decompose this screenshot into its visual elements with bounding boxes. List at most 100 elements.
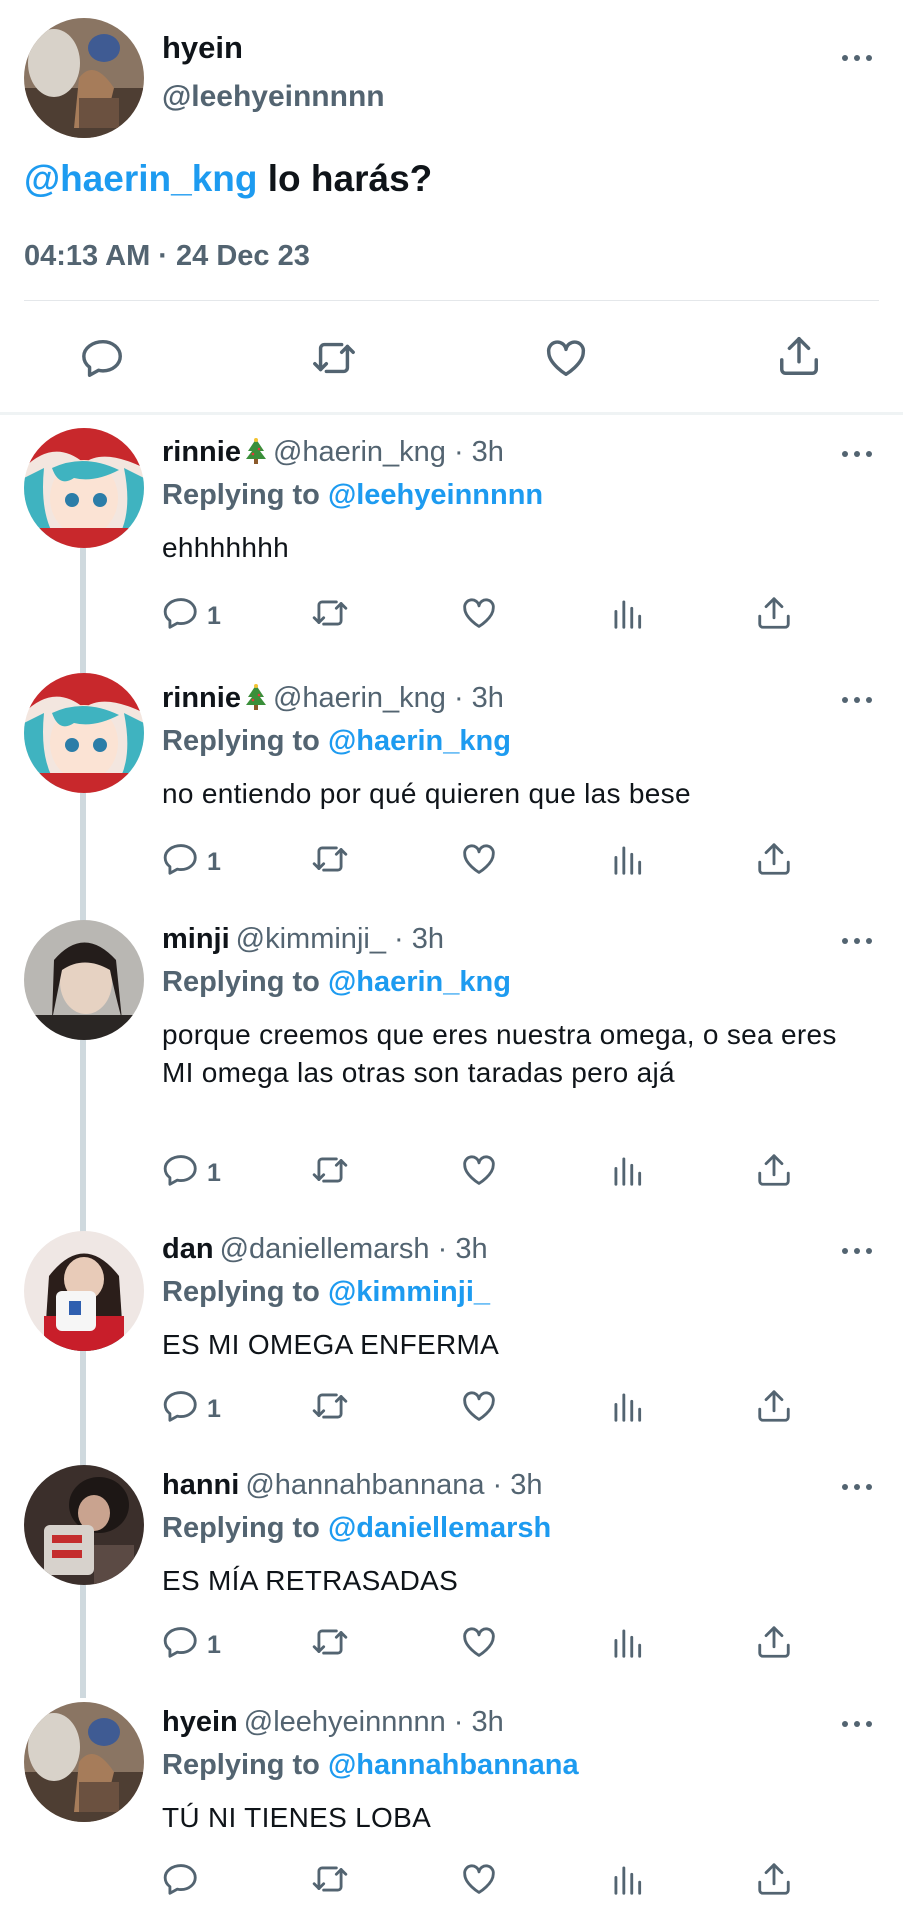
avatar-rinnie[interactable] [24,428,144,548]
christmas-tree-icon [245,438,266,464]
more-options-icon[interactable] [842,936,876,946]
analytics-icon[interactable] [608,1860,646,1898]
replying-to: Replying to @haerin_kng [162,725,511,758]
avatar-hyein[interactable] [24,18,144,138]
divider [24,300,879,301]
analytics-icon[interactable] [608,840,646,878]
like-icon[interactable] [460,1151,498,1189]
section-divider [0,412,903,415]
reply-handle-time[interactable]: @daniellemarsh · 3h [220,1233,488,1265]
retweet-icon[interactable] [311,1387,349,1425]
share-icon [780,337,818,375]
reply-author-name[interactable]: hyein [162,1706,238,1738]
reply-actions: 1 [0,594,903,638]
replying-to: Replying to @daniellemarsh [162,1512,551,1545]
replying-to: Replying to @leehyeinnnnn [162,479,543,512]
reply-icon[interactable] [162,1623,200,1661]
reply-header: hyein @leehyeinnnnn · 3h [162,1706,504,1739]
reply-header: rinnie @haerin_kng · 3h [162,682,504,715]
avatar-rinnie[interactable] [24,673,144,793]
reply-text: ES MÍA RETRASADAS [162,1565,459,1596]
replying-to-link[interactable]: @daniellemarsh [328,1512,551,1544]
more-options-icon[interactable] [842,695,876,705]
reply-text: no entiendo por qué quieren que las bese [162,778,691,809]
reply-header: hanni @hannahbannana · 3h [162,1469,542,1502]
more-options-icon[interactable] [842,449,876,459]
avatar-minji[interactable] [24,920,144,1040]
reply-actions: 1 [0,840,903,884]
retweet-icon[interactable] [311,1623,349,1661]
like-icon[interactable] [460,840,498,878]
mention-link[interactable]: @haerin_kng [24,158,257,199]
replying-to-link[interactable]: @haerin_kng [328,725,511,757]
reply-count: 1 [207,1395,221,1423]
replying-to: Replying to @haerin_kng [162,966,511,999]
tweet-timestamp[interactable]: 04:13 AM · 24 Dec 23 [24,240,310,273]
reply-actions [0,1860,903,1904]
replying-label: Replying to [162,725,320,757]
reply-handle-time[interactable]: @leehyeinnnnn · 3h [244,1706,504,1738]
reply-actions: 1 [0,1623,903,1667]
reply-author-name[interactable]: rinnie [162,682,241,714]
reply-header: rinnie @haerin_kng · 3h [162,436,504,469]
avatar-dan[interactable] [24,1231,144,1351]
like-icon[interactable] [460,594,498,632]
replying-to-link[interactable]: @leehyeinnnnn [328,479,543,511]
retweet-icon[interactable] [311,1151,349,1189]
reply-text: ES MI OMEGA ENFERMA [162,1329,500,1360]
reply-header: dan @daniellemarsh · 3h [162,1233,488,1266]
author-handle[interactable]: @leehyeinnnnn [162,80,385,114]
reply-handle-time[interactable]: @haerin_kng · 3h [273,436,504,468]
reply-author-name[interactable]: minji [162,923,230,955]
avatar-hanni[interactable] [24,1465,144,1585]
reply-count: 1 [207,1631,221,1659]
tweet-body: lo harás? [257,158,433,199]
reply-text: porque creemos que eres nuestra omega, o… [162,1019,837,1088]
tweet-text: @haerin_kng lo harás? [24,158,432,200]
reply-handle-time[interactable]: @hannahbannana · 3h [245,1469,542,1501]
more-options-icon[interactable] [842,1719,876,1729]
more-options-icon[interactable] [842,1482,876,1492]
analytics-icon[interactable] [608,1623,646,1661]
share-icon[interactable] [755,594,793,632]
retweet-icon[interactable] [311,594,349,632]
reply-author-name[interactable]: hanni [162,1469,239,1501]
reply-count: 1 [207,1159,221,1187]
like-icon[interactable] [460,1623,498,1661]
share-icon[interactable] [755,1151,793,1189]
share-icon[interactable] [755,1860,793,1898]
reply-icon[interactable] [162,1860,200,1898]
reply-author-name[interactable]: dan [162,1233,214,1265]
reply-author-name[interactable]: rinnie [162,436,241,468]
replying-to-link[interactable]: @haerin_kng [328,966,511,998]
avatar-hyein[interactable] [24,1702,144,1822]
reply-icon[interactable] [162,840,200,878]
analytics-icon[interactable] [608,1387,646,1425]
author-name[interactable]: hyein [162,30,243,66]
retweet-icon[interactable] [311,840,349,878]
analytics-icon[interactable] [608,594,646,632]
more-options-icon[interactable] [842,1246,876,1256]
like-icon[interactable] [460,1860,498,1898]
reply-icon[interactable] [162,1387,200,1425]
reply-actions: 1 [0,1387,903,1431]
replying-label: Replying to [162,1276,320,1308]
retweet-icon [313,342,355,374]
like-icon[interactable] [460,1387,498,1425]
share-icon[interactable] [755,1387,793,1425]
reply-handle-time[interactable]: @haerin_kng · 3h [273,682,504,714]
replying-to: Replying to @kimminji_ [162,1276,490,1309]
reply-actions: 1 [0,1151,903,1195]
replying-label: Replying to [162,1749,320,1781]
reply-icon[interactable] [162,1151,200,1189]
replying-to-link[interactable]: @kimminji_ [328,1276,490,1308]
reply-header: minji @kimminji_ · 3h [162,923,444,956]
analytics-icon[interactable] [608,1151,646,1189]
reply-handle-time[interactable]: @kimminji_ · 3h [236,923,444,955]
share-icon[interactable] [755,840,793,878]
more-options-icon[interactable] [842,53,876,63]
share-icon[interactable] [755,1623,793,1661]
retweet-icon[interactable] [311,1860,349,1898]
replying-to-link[interactable]: @hannahbannana [328,1749,579,1781]
reply-icon[interactable] [162,594,200,632]
